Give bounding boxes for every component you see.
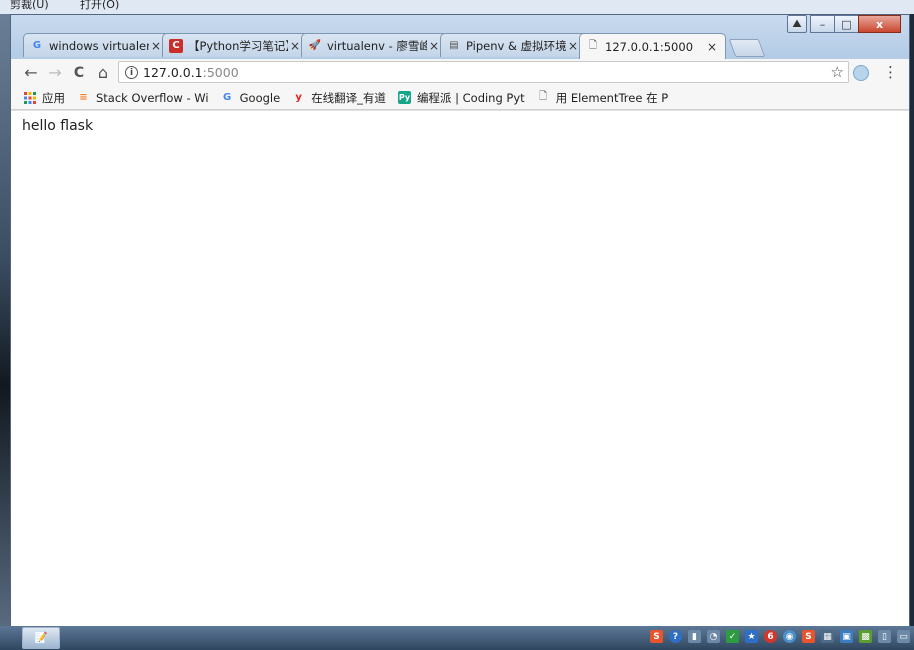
page-icon: 🗋 bbox=[539, 91, 548, 102]
chrome-menu-icon[interactable]: ⋮ bbox=[883, 63, 898, 81]
bookmark-google[interactable]: G Google bbox=[221, 90, 281, 105]
bg-menu-item-cut[interactable]: 剪裁(U) bbox=[10, 0, 49, 12]
tab-label: 127.0.0.1:5000 bbox=[605, 39, 694, 54]
system-tray: S ? ▮ ◔ ✓ ★ 6 ◉ S ▦ ▣ ▩ ▯ ▭ bbox=[644, 630, 910, 643]
minimize-button[interactable]: – bbox=[810, 15, 835, 33]
weibo-icon[interactable]: 6 bbox=[764, 630, 777, 643]
bookmark-label: Stack Overflow - Wi bbox=[96, 90, 209, 105]
tab-strip: G windows virtualenv × C 【Python学习笔记】 × … bbox=[23, 33, 766, 59]
url-port: :5000 bbox=[202, 64, 239, 80]
power-icon[interactable]: ▯ bbox=[878, 630, 891, 643]
home-button[interactable]: ⌂ bbox=[91, 63, 115, 82]
apps-icon bbox=[23, 91, 36, 104]
toolbar: ← → C ⌂ i 127.0.0.1:5000 ☆ ⋮ bbox=[11, 59, 909, 86]
bookmark-label: Google bbox=[239, 90, 281, 105]
new-tab-button[interactable] bbox=[728, 39, 766, 57]
tab-close-icon[interactable]: × bbox=[427, 39, 441, 53]
tab-pipenv[interactable]: ▤ Pipenv & 虚拟环境 - × bbox=[440, 33, 587, 57]
network-icon[interactable]: ◔ bbox=[707, 630, 720, 643]
extension-icon[interactable] bbox=[853, 65, 869, 81]
help-icon[interactable]: ? bbox=[669, 630, 682, 643]
background-app-menu: 剪裁(U) 打开(O) bbox=[0, 0, 914, 14]
title-bar[interactable]: ⛰ – □ x G windows virtualenv × C 【Python… bbox=[11, 15, 909, 59]
profile-icon[interactable]: ⛰ bbox=[787, 15, 807, 33]
taskbar: 📝 S ? ▮ ◔ ✓ ★ 6 ◉ S ▦ ▣ ▩ ▯ ▭ bbox=[0, 626, 914, 650]
bookmark-label: 在线翻译_有道 bbox=[311, 90, 386, 105]
desktop-background bbox=[0, 14, 10, 634]
keyboard-icon[interactable]: ▦ bbox=[821, 630, 834, 643]
rocket-icon: 🚀 bbox=[308, 40, 322, 51]
page-text: hello flask bbox=[22, 118, 94, 134]
sogou-icon[interactable]: S bbox=[650, 630, 663, 643]
tab-close-icon[interactable]: × bbox=[705, 40, 719, 54]
nvidia-icon[interactable]: ▩ bbox=[859, 630, 872, 643]
bookmark-youdao[interactable]: y 在线翻译_有道 bbox=[292, 90, 386, 106]
tab-label: 【Python学习笔记】 bbox=[188, 38, 288, 53]
chrome-window: ⛰ – □ x G windows virtualenv × C 【Python… bbox=[10, 14, 910, 626]
address-bar[interactable]: i 127.0.0.1:5000 ☆ bbox=[118, 61, 849, 83]
back-button[interactable]: ← bbox=[19, 63, 43, 82]
close-button[interactable]: x bbox=[858, 15, 901, 33]
bookmark-elementtree[interactable]: 🗋 用 ElementTree 在 P bbox=[537, 90, 668, 106]
forward-button[interactable]: → bbox=[43, 63, 67, 82]
info-icon[interactable]: i bbox=[125, 65, 138, 79]
taskbar-notepad-button[interactable]: 📝 bbox=[22, 627, 60, 649]
maximize-button[interactable]: □ bbox=[834, 15, 859, 33]
tab-label: windows virtualenv bbox=[49, 38, 149, 53]
bookmark-codingpy[interactable]: Py 编程派 | Coding Pyt bbox=[397, 90, 525, 106]
tab-localhost-active[interactable]: 🗋 127.0.0.1:5000 × bbox=[579, 33, 726, 59]
page-content: hello flask bbox=[11, 110, 909, 626]
tab-label: Pipenv & 虚拟环境 - bbox=[466, 38, 566, 53]
google-icon: G bbox=[32, 40, 42, 51]
book-icon: ▤ bbox=[449, 40, 459, 51]
tab-virtualenv-liaoxuefeng[interactable]: 🚀 virtualenv - 廖雪峰的 × bbox=[301, 33, 448, 57]
chat-icon[interactable]: ◉ bbox=[783, 630, 796, 643]
youdao-icon: y bbox=[295, 92, 302, 103]
url-host: 127.0.0.1 bbox=[143, 64, 203, 80]
tab-python-notes[interactable]: C 【Python学习笔记】 × bbox=[162, 33, 309, 57]
bookmark-stackoverflow[interactable]: ≡ Stack Overflow - Wi bbox=[77, 90, 209, 105]
tab-label: virtualenv - 廖雪峰的 bbox=[327, 38, 427, 53]
star-icon[interactable]: ★ bbox=[745, 630, 758, 643]
tab-close-icon[interactable]: × bbox=[288, 39, 302, 53]
bookmark-label: 用 ElementTree 在 P bbox=[555, 90, 669, 105]
bookmark-apps[interactable]: 应用 bbox=[23, 90, 65, 106]
google-icon: G bbox=[223, 92, 232, 103]
csdn-icon: C bbox=[169, 38, 183, 53]
bookmarks-bar: 应用 ≡ Stack Overflow - Wi G Google y 在线翻译… bbox=[11, 86, 909, 110]
bookmark-label: 编程派 | Coding Pyt bbox=[416, 90, 525, 105]
reload-button[interactable]: C bbox=[67, 65, 91, 81]
bookmark-label: 应用 bbox=[42, 90, 65, 105]
page-icon: 🗋 bbox=[588, 40, 598, 51]
bookmark-star-icon[interactable]: ☆ bbox=[831, 63, 844, 81]
tab-close-icon[interactable]: × bbox=[149, 39, 163, 53]
security-icon[interactable]: ✓ bbox=[726, 630, 739, 643]
tab-windows-virtualenv[interactable]: G windows virtualenv × bbox=[23, 33, 170, 57]
usb-icon[interactable]: ▮ bbox=[688, 630, 701, 643]
window-controls: ⛰ – □ x bbox=[787, 15, 901, 33]
display-icon[interactable]: ▣ bbox=[840, 630, 853, 643]
tab-close-icon[interactable]: × bbox=[566, 39, 580, 53]
sogou2-icon[interactable]: S bbox=[802, 630, 815, 643]
bg-menu-item-open[interactable]: 打开(O) bbox=[80, 0, 119, 12]
py-icon: Py bbox=[397, 91, 411, 104]
monitor-icon[interactable]: ▭ bbox=[897, 630, 910, 643]
stackoverflow-icon: ≡ bbox=[79, 92, 88, 103]
